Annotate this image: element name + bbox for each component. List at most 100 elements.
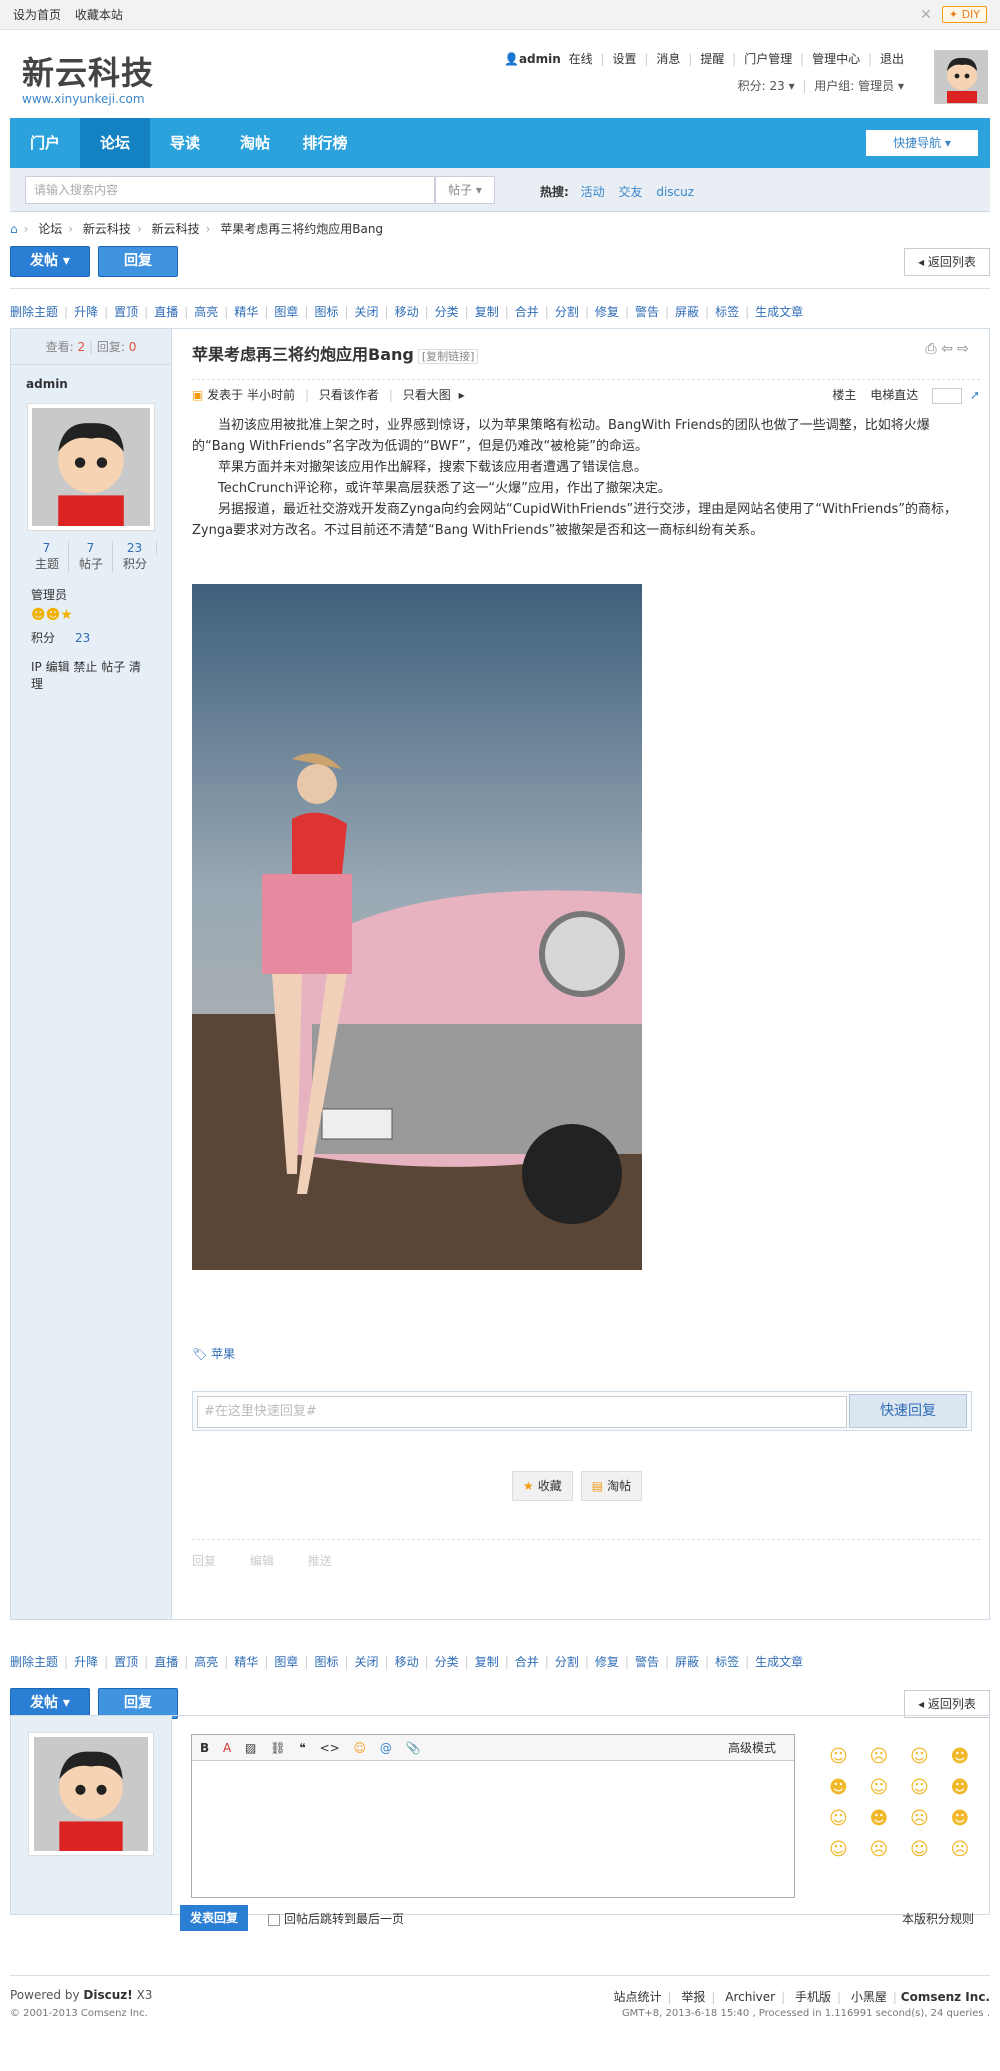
only-author-link[interactable]: 只看该作者 — [319, 386, 379, 403]
submit-reply-button[interactable]: 发表回复 — [180, 1905, 248, 1931]
home-icon[interactable]: ⌂ — [10, 222, 18, 236]
mod-action[interactable]: 分割 — [555, 305, 579, 319]
reply-editor[interactable]: B A ▨ ⛓ ❝ <> ☺ @ 📎 高级模式 — [191, 1734, 795, 1898]
mod-action[interactable]: 升降 — [74, 1655, 98, 1669]
reply-link[interactable]: 回复 — [192, 1554, 216, 1568]
product-link[interactable]: Discuz! — [83, 1988, 132, 2002]
quote-icon[interactable]: ❝ — [299, 1741, 305, 1755]
author-name[interactable]: admin — [11, 365, 171, 403]
group-name[interactable]: 管理员 — [31, 586, 151, 603]
nav-portal[interactable]: 门户 — [10, 118, 80, 168]
site-logo[interactable]: 新云科技 www.xinyunkeji.com — [22, 48, 154, 106]
logout-link[interactable]: 退出 — [880, 52, 904, 66]
go-icon[interactable]: ➚ — [970, 388, 980, 402]
mod-action[interactable]: 分类 — [435, 1655, 459, 1669]
mod-action[interactable]: 生成文章 — [755, 1655, 803, 1669]
company-link[interactable]: Comsenz Inc. — [901, 1990, 990, 2004]
smiley-icon[interactable]: ☻ — [951, 1808, 980, 1829]
mod-action[interactable]: 直播 — [154, 305, 178, 319]
attachment-icon[interactable]: 📎 — [406, 1741, 421, 1755]
taotie-button[interactable]: ▤ 淘帖 — [580, 1471, 643, 1501]
credits-count[interactable]: 23 — [113, 541, 157, 555]
breadcrumb-item[interactable]: 新云科技 — [152, 222, 200, 236]
mod-action[interactable]: 图标 — [314, 1655, 338, 1669]
mod-action[interactable]: 复制 — [475, 1655, 499, 1669]
mod-action[interactable]: 置顶 — [114, 1655, 138, 1669]
quick-nav-button[interactable]: 快捷导航 ▾ — [866, 130, 978, 156]
nav-guide[interactable]: 导读 — [150, 118, 220, 168]
messages-link[interactable]: 消息 — [656, 52, 680, 66]
mod-action[interactable]: 移动 — [395, 1655, 419, 1669]
hot-item[interactable]: 交友 — [618, 185, 642, 199]
portal-admin-link[interactable]: 门户管理 — [744, 52, 792, 66]
credit-rules-link[interactable]: 本版积分规则 — [902, 1910, 974, 1927]
image-icon[interactable]: ▨ — [245, 1741, 256, 1755]
mod-action[interactable]: 分割 — [555, 1655, 579, 1669]
smiley-icon[interactable]: ☺ — [870, 1777, 899, 1798]
smiley-icon[interactable]: ☺ — [354, 1741, 367, 1755]
breadcrumb-item[interactable]: 新云科技 — [83, 222, 131, 236]
at-icon[interactable]: @ — [380, 1741, 392, 1755]
jump-checkbox[interactable] — [268, 1913, 280, 1926]
footer-link[interactable]: 手机版 — [795, 1990, 831, 2004]
prev-thread-icon[interactable]: ⇦ — [941, 341, 953, 357]
mod-action[interactable]: 升降 — [74, 305, 98, 319]
font-color-icon[interactable]: A — [223, 1741, 231, 1755]
breadcrumb-item[interactable]: 论坛 — [38, 222, 62, 236]
admin-ops[interactable]: IP 编辑 禁止 帖子 清理 — [31, 658, 151, 692]
mod-action[interactable]: 图章 — [274, 305, 298, 319]
search-input[interactable]: 请输入搜索内容 — [25, 176, 435, 204]
diy-button[interactable]: ✦ DIY — [941, 6, 987, 23]
mod-action[interactable]: 关闭 — [355, 1655, 379, 1669]
print-icon[interactable]: ⎙ — [925, 341, 936, 357]
smiley-icon[interactable]: ☺ — [910, 1839, 939, 1860]
mod-action[interactable]: 屏蔽 — [675, 305, 699, 319]
mod-action[interactable]: 屏蔽 — [675, 1655, 699, 1669]
smiley-icon[interactable]: ☹ — [870, 1746, 899, 1767]
footer-link[interactable]: 站点统计 — [613, 1990, 661, 2004]
mod-action[interactable]: 标签 — [715, 1655, 739, 1669]
smiley-icon[interactable]: ☺ — [910, 1777, 939, 1798]
smiley-icon[interactable]: ☻ — [951, 1777, 980, 1798]
floor-input[interactable] — [932, 387, 963, 404]
smiley-icon[interactable]: ☻ — [951, 1746, 980, 1767]
mod-action[interactable]: 复制 — [475, 305, 499, 319]
mod-action[interactable]: 直播 — [154, 1655, 178, 1669]
notifications-link[interactable]: 提醒 — [700, 52, 724, 66]
mod-action[interactable]: 精华 — [234, 305, 258, 319]
mod-action[interactable]: 标签 — [715, 305, 739, 319]
mod-action[interactable]: 警告 — [635, 1655, 659, 1669]
fast-reply-button[interactable]: 快速回复 — [849, 1394, 967, 1428]
smiley-icon[interactable]: ☹ — [951, 1839, 980, 1860]
advanced-mode-link[interactable]: 高级模式 — [728, 1735, 776, 1761]
smiley-icon[interactable]: ☹ — [910, 1808, 939, 1829]
footer-link[interactable]: 举报 — [681, 1990, 705, 2004]
back-to-list-button[interactable]: ◂ 返回列表 — [904, 1690, 990, 1718]
mod-action[interactable]: 删除主题 — [10, 305, 58, 319]
smiley-icon[interactable]: ☺ — [829, 1808, 858, 1829]
smiley-icon[interactable]: ☺ — [829, 1746, 858, 1767]
copy-link-button[interactable]: [复制链接] — [417, 349, 479, 364]
admin-center-link[interactable]: 管理中心 — [812, 52, 860, 66]
mod-action[interactable]: 高亮 — [194, 305, 218, 319]
favorite-button[interactable]: ★ 收藏 — [512, 1471, 573, 1501]
hot-item[interactable]: 活动 — [581, 185, 605, 199]
edit-link[interactable]: 编辑 — [250, 1554, 274, 1568]
mod-action[interactable]: 生成文章 — [755, 305, 803, 319]
breadcrumb-current[interactable]: 苹果考虑再三将约炮应用Bang — [220, 222, 383, 236]
online-status[interactable]: 在线 — [569, 52, 593, 66]
hot-item[interactable]: discuz — [656, 185, 694, 199]
avatar[interactable] — [934, 50, 988, 104]
posts-count[interactable]: 7 — [69, 541, 113, 555]
fast-reply-input[interactable]: #在这里快速回复# — [197, 1396, 847, 1428]
bookmark-link[interactable]: 收藏本站 — [75, 8, 123, 22]
mod-action[interactable]: 精华 — [234, 1655, 258, 1669]
reply-button[interactable]: 回复 — [98, 246, 178, 277]
mod-action[interactable]: 修复 — [595, 305, 619, 319]
username-link[interactable]: admin — [519, 52, 561, 66]
mod-action[interactable]: 图章 — [274, 1655, 298, 1669]
smiley-icon[interactable]: ☺ — [829, 1839, 858, 1860]
mod-action[interactable]: 合并 — [515, 305, 539, 319]
link-icon[interactable]: ⛓ — [270, 1741, 285, 1755]
settings-link[interactable]: 设置 — [613, 52, 637, 66]
